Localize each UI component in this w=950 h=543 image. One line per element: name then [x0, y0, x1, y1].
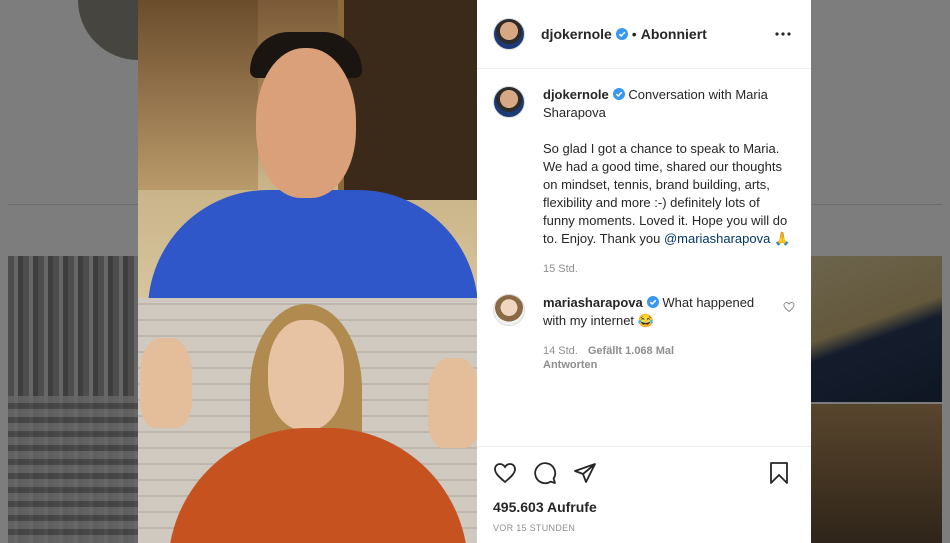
- caption-username[interactable]: djokernole: [543, 87, 609, 102]
- comment-emoji: 😂: [637, 313, 654, 328]
- comment-like-heart-icon[interactable]: [783, 300, 795, 318]
- post-header: djokernole • Abonniert: [477, 0, 811, 69]
- like-heart-icon[interactable]: [493, 461, 517, 485]
- share-paper-plane-icon[interactable]: [573, 461, 597, 485]
- caption-emoji: 🙏: [773, 231, 791, 246]
- author-avatar[interactable]: [493, 86, 525, 118]
- author-username[interactable]: djokernole: [541, 26, 612, 42]
- comment-row: mariasharapova What happened with my int…: [493, 294, 795, 372]
- caption: djokernole Conversation with Maria Shara…: [543, 86, 793, 276]
- post-side-panel: djokernole • Abonniert djokernole Conver…: [477, 0, 811, 543]
- more-options-icon[interactable]: [771, 22, 795, 46]
- save-bookmark-icon[interactable]: [767, 461, 791, 485]
- post-timestamp[interactable]: VOR 15 STUNDEN: [493, 523, 795, 533]
- comments-list[interactable]: djokernole Conversation with Maria Shara…: [477, 70, 811, 446]
- caption-text: So glad I got a chance to speak to Maria…: [543, 140, 793, 248]
- comment-bubble-icon[interactable]: [533, 461, 557, 485]
- post-video[interactable]: [138, 0, 477, 543]
- follow-status-button[interactable]: Abonniert: [641, 26, 707, 42]
- view-count[interactable]: 495.603 Aufrufe: [493, 499, 795, 515]
- comment-age[interactable]: 14 Std.: [543, 345, 578, 357]
- caption-row: djokernole Conversation with Maria Shara…: [493, 86, 795, 276]
- comment: mariasharapova What happened with my int…: [543, 294, 763, 372]
- commenter-avatar[interactable]: [493, 294, 525, 326]
- verified-icon: [615, 28, 628, 40]
- reply-button[interactable]: Antworten: [543, 359, 597, 371]
- caption-mention-link[interactable]: @mariasharapova: [664, 231, 770, 246]
- comment-meta: 14 Std. Gefällt 1.068 Mal Antworten: [543, 344, 763, 372]
- post-actions: 495.603 Aufrufe VOR 15 STUNDEN: [477, 446, 811, 543]
- video-top-frame: [138, 0, 477, 310]
- commenter-username[interactable]: mariasharapova: [543, 295, 643, 310]
- comment-likes[interactable]: Gefällt 1.068 Mal: [588, 345, 674, 357]
- verified-icon: [612, 88, 625, 100]
- caption-age[interactable]: 15 Std.: [543, 262, 793, 276]
- separator-dot: •: [631, 26, 637, 42]
- action-icons-row: [493, 457, 795, 489]
- verified-icon: [646, 296, 659, 308]
- video-bottom-frame: [138, 298, 477, 543]
- author-avatar[interactable]: [493, 18, 525, 50]
